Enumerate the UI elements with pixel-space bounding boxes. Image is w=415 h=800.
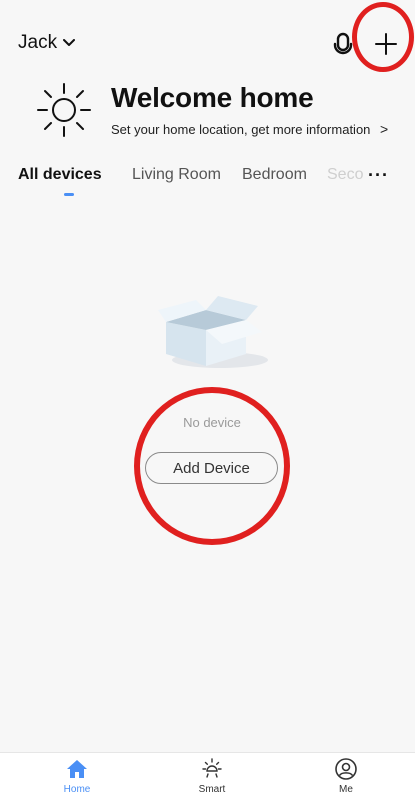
location-prompt-link[interactable]: Set your home location, get more informa… — [111, 121, 388, 137]
home-switcher[interactable]: Jack — [18, 32, 76, 54]
nav-smart[interactable]: Smart — [182, 757, 242, 795]
tab-bedroom[interactable]: Bedroom — [242, 166, 307, 184]
more-icon[interactable]: ··· — [368, 165, 389, 186]
bottom-navigation: Home Smart Me — [0, 752, 415, 800]
add-icon[interactable] — [370, 28, 402, 60]
nav-home[interactable]: Home — [47, 757, 107, 795]
location-prompt-text: Set your home location, get more informa… — [111, 122, 371, 137]
tab-living-room[interactable]: Living Room — [132, 166, 221, 184]
active-tab-indicator — [64, 193, 74, 196]
add-device-button[interactable]: Add Device — [145, 452, 278, 484]
chevron-right-icon: > — [380, 121, 389, 137]
room-tabs: All devices Living Room Bedroom Seco — [0, 166, 415, 196]
nav-home-label: Home — [63, 784, 91, 795]
home-icon — [67, 760, 87, 778]
tab-all-devices[interactable]: All devices — [18, 166, 102, 184]
nav-smart-label: Smart — [198, 784, 226, 795]
tab-second[interactable]: Seco — [327, 166, 363, 184]
sun-icon — [37, 83, 91, 137]
microphone-icon[interactable] — [332, 32, 354, 58]
smart-icon — [202, 758, 222, 778]
profile-icon — [335, 758, 357, 780]
nav-me[interactable]: Me — [316, 757, 376, 795]
chevron-down-icon — [63, 39, 76, 46]
empty-box-illustration — [158, 296, 268, 368]
nav-me-label: Me — [339, 784, 353, 795]
empty-state-message: No device — [183, 415, 241, 430]
welcome-title: Welcome home — [111, 82, 314, 113]
header: Jack Welcome home Set your home location… — [0, 0, 415, 225]
home-name: Jack — [18, 32, 58, 53]
